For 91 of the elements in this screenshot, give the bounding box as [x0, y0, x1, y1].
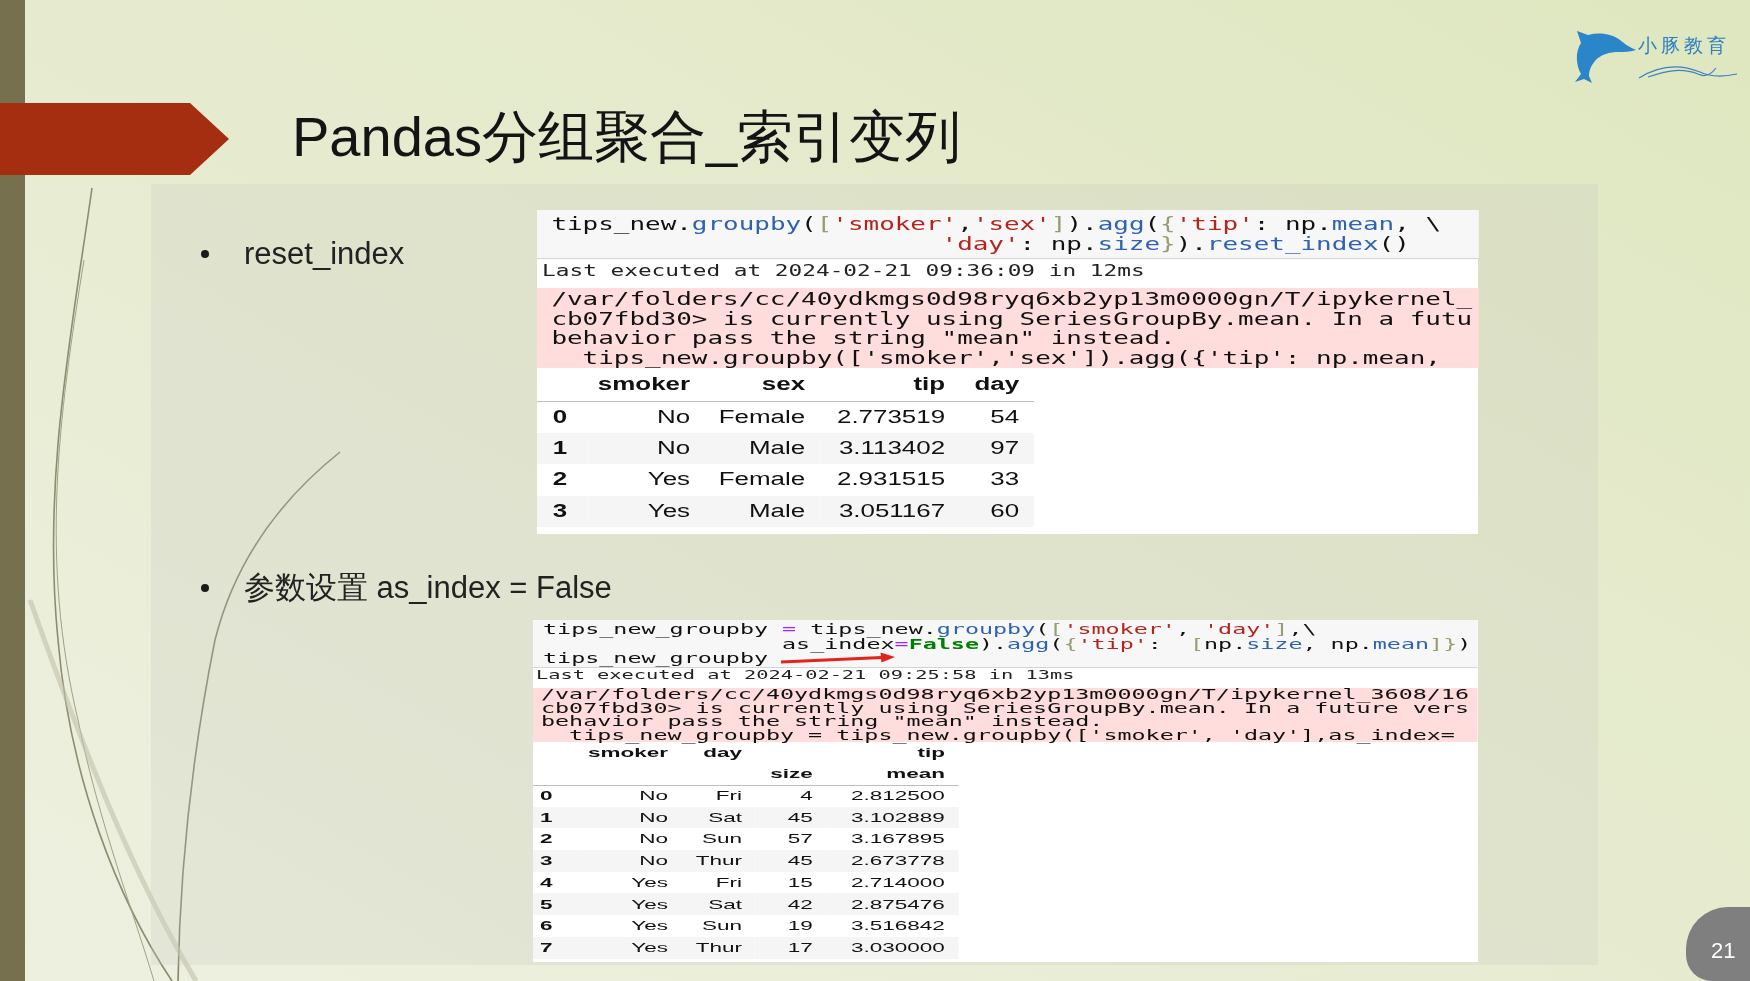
code-line: 'day': np.size}).reset_index()	[940, 234, 1410, 254]
dolphin-logo-icon	[1574, 31, 1638, 84]
table-cell: 97	[959, 432, 1034, 465]
execution-note: Last executed at 2024-02-21 09:36:09 in 12ms	[541, 262, 1146, 280]
table-cell: Male	[704, 495, 820, 528]
table-cell: Yes	[588, 495, 705, 528]
column-header: tip	[916, 744, 946, 762]
column-header: tip	[819, 368, 960, 401]
table-cell: 2.931515	[819, 464, 960, 496]
table-cell: No	[583, 806, 681, 829]
column-header: day	[702, 744, 743, 762]
row-index-cell: 7	[533, 936, 583, 959]
table-cell: 17	[754, 936, 826, 959]
table-cell: 3.516842	[825, 915, 958, 937]
table-cell: 19	[754, 915, 826, 937]
bullet-icon	[201, 250, 209, 258]
table-cell: Sun	[680, 915, 755, 937]
table-cell: 4	[754, 785, 826, 807]
code-line: tips_new_groupby = tips_new.groupby(['smoker', 'day'],\	[543, 622, 1317, 637]
warning-line: /var/folders/cc/40ydkmgs0d98ryq6xb2yp13m0000gn/T/ipykernel_	[551, 289, 1474, 309]
warning-line: cb07fbd30> is currently using SeriesGroupBy.mean. In a future vers	[540, 701, 1470, 715]
row-index-cell: 4	[533, 871, 583, 894]
table-cell: No	[583, 828, 681, 851]
code-line: tips_new_groupby	[543, 651, 768, 666]
table-cell: 3.030000	[825, 936, 958, 959]
row-index-cell: 2	[533, 828, 583, 851]
table-cell: Sun	[680, 828, 755, 851]
table-cell: Sat	[680, 806, 755, 829]
table-cell: 2.875476	[825, 893, 958, 916]
table-cell: 57	[754, 828, 826, 851]
table-cell: Yes	[583, 915, 681, 937]
row-index-cell: 3	[537, 495, 589, 528]
table-cell: No	[583, 850, 681, 872]
row-index-cell: 1	[533, 806, 583, 829]
table-cell: 45	[754, 850, 826, 872]
table-cell: 2.773519	[819, 401, 960, 433]
table-cell: 2.812500	[825, 785, 958, 807]
table-cell: Yes	[588, 464, 705, 496]
column-header: sex	[704, 368, 820, 401]
table-cell: Female	[704, 464, 820, 496]
bullet-icon	[201, 584, 209, 592]
row-index-cell: 1	[537, 432, 589, 465]
warning-line: behavior pass the string "mean" instead.	[540, 715, 1104, 729]
table-cell: Thur	[680, 936, 755, 959]
table-cell: Yes	[583, 893, 681, 916]
slide-title: Pandas分组聚合_索引变列	[292, 104, 962, 170]
row-index-cell: 3	[533, 850, 583, 872]
logo-text: 小豚教育	[1638, 35, 1731, 57]
bullet-text: 参数设置 as_index = False	[244, 570, 612, 606]
table-cell: 2.714000	[825, 871, 958, 894]
table-cell: Yes	[583, 871, 681, 894]
table-cell: 2.673778	[825, 850, 958, 872]
column-header: mean	[825, 763, 958, 785]
row-index-cell: 2	[537, 464, 589, 496]
table-cell: 45	[754, 806, 826, 829]
table-cell: 60	[959, 495, 1034, 528]
table-cell: 15	[754, 871, 826, 894]
table-cell: 3.051167	[819, 495, 960, 528]
table-cell: 3.167895	[825, 828, 958, 851]
warning-line: behavior pass the string "mean" instead.	[551, 328, 1176, 348]
table-cell: 42	[754, 893, 826, 916]
execution-note: Last executed at 2024-02-21 09:25:58 in 13ms	[534, 668, 1076, 682]
table-cell: Male	[704, 432, 820, 465]
code-line: tips_new.groupby(['smoker','sex']).agg({'tip': np.mean, \	[551, 214, 1442, 234]
column-header: day	[959, 368, 1034, 401]
table-cell: No	[583, 785, 681, 807]
warning-line: cb07fbd30> is currently using SeriesGroupBy.mean. In a futu	[551, 308, 1474, 328]
table-cell: 3.102889	[825, 806, 958, 829]
bullet-text: reset_index	[244, 236, 405, 272]
table-cell: Thur	[680, 850, 755, 872]
column-header: size	[754, 763, 826, 785]
row-index-cell: 0	[537, 401, 589, 433]
column-header: smoker	[586, 744, 669, 762]
table-cell: Fri	[680, 785, 755, 807]
table-cell: Fri	[680, 871, 755, 894]
row-index-cell: 5	[533, 893, 583, 916]
table-cell: Yes	[583, 936, 681, 959]
table-cell: No	[588, 401, 705, 433]
table-cell: 54	[959, 401, 1034, 433]
table-cell: 33	[959, 464, 1034, 496]
column-header: smoker	[588, 368, 705, 401]
table-cell: Female	[704, 401, 820, 433]
table-cell: 3.113402	[819, 432, 960, 465]
row-index-cell: 6	[533, 915, 583, 937]
table-cell: No	[588, 432, 705, 465]
warning-line: tips_new.groupby(['smoker','sex']).agg({'tip': np.mean,	[581, 347, 1442, 367]
row-index-cell: 0	[533, 785, 583, 807]
warning-line: tips_new_groupby = tips_new.groupby(['smoker', 'day'],as_index=	[568, 728, 1456, 742]
table-cell: Sat	[680, 893, 755, 916]
code-line: as_index=False).agg({'tip': [np.size, np.mean]})	[781, 636, 1472, 651]
warning-line: /var/folders/cc/40ydkmgs0d98ryq6xb2yp13m0000gn/T/ipykernel_3608/16	[540, 688, 1470, 702]
